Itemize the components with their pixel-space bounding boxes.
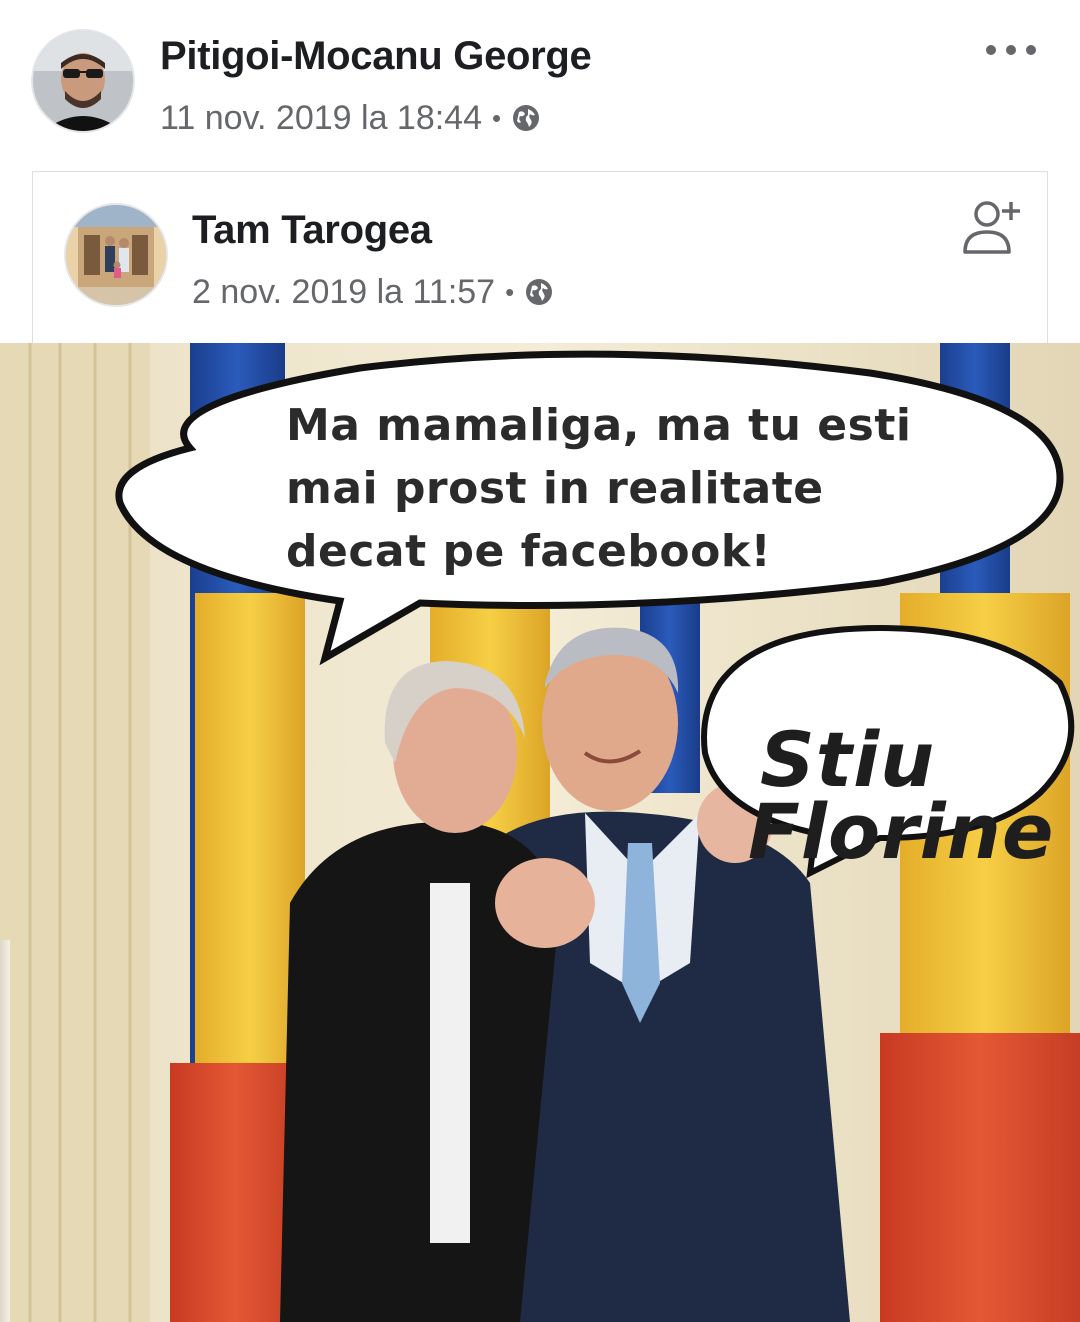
speech-bubble-text: Ma mamaliga, ma tu esti mai prost in rea… [286, 400, 912, 577]
reply-line-2: Florine [748, 787, 1055, 876]
author-avatar[interactable] [33, 31, 133, 131]
globe-icon [524, 277, 554, 307]
shared-author-name[interactable]: Tam Tarogea [192, 208, 432, 253]
meme-image[interactable]: Ma mamaliga, ma tu esti mai prost in rea… [0, 343, 1080, 1322]
scroll-edge [0, 940, 10, 1322]
shared-author-avatar[interactable] [66, 205, 166, 305]
post-header: Pitigoi-Mocanu George 11 nov. 2019 la 18… [0, 0, 1080, 165]
shared-post-meta: 2 nov. 2019 la 11:57 • [192, 270, 554, 314]
meta-separator: • [492, 102, 502, 133]
meta-separator: • [505, 276, 515, 307]
reply-bubble-text: Stiu Florine [748, 652, 1080, 940]
post-meta: 11 nov. 2019 la 18:44 • [160, 96, 541, 140]
shared-timestamp[interactable]: 2 nov. 2019 la 11:57 [192, 273, 495, 312]
post-author-name[interactable]: Pitigoi-Mocanu George [160, 34, 592, 79]
shared-post-card: Tam Tarogea 2 nov. 2019 la 11:57 • [32, 171, 1048, 343]
more-options-icon[interactable] [986, 35, 1036, 65]
post-timestamp[interactable]: 11 nov. 2019 la 18:44 [160, 99, 482, 138]
add-friend-icon[interactable] [959, 196, 1025, 262]
globe-icon [511, 103, 541, 133]
